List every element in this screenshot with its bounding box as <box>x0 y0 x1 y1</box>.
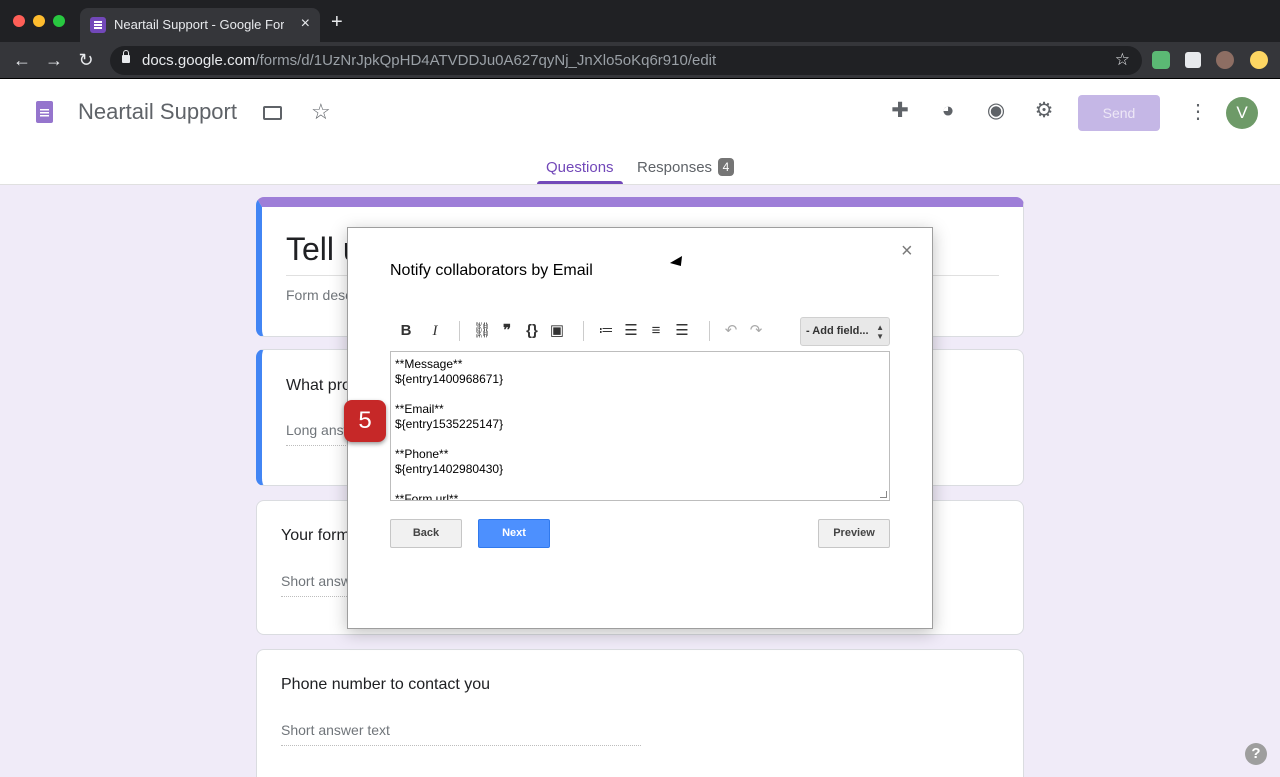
step-number-badge: 5 <box>344 400 386 442</box>
resize-handle-icon[interactable] <box>880 491 887 498</box>
link-icon[interactable]: ⛓ <box>472 321 492 341</box>
browser-toolbar: ← → ↻ docs.google.com/forms/d/1UzNrJpkQp… <box>0 42 1280 79</box>
extension-mail-icon[interactable] <box>1152 51 1170 69</box>
redo-icon[interactable]: ↷ <box>746 321 766 341</box>
select-arrows-icon: ▲ ▼ <box>876 323 884 341</box>
back-button[interactable]: Back <box>390 519 462 548</box>
bold-icon[interactable]: B <box>396 321 416 341</box>
settings-gear-icon[interactable]: ⚙ <box>1032 99 1056 123</box>
preview-button[interactable]: Preview <box>818 519 890 548</box>
add-field-select[interactable]: - Add field... ▲ ▼ <box>800 317 890 346</box>
responses-count-badge: 4 <box>718 158 734 176</box>
divider <box>459 321 460 341</box>
forms-header: Neartail Support ☆ ✚ ◕ ◉ ⚙ Send ⋮ V Ques… <box>0 79 1280 185</box>
editor-line: **Email** <box>395 402 444 416</box>
answer-underline <box>281 745 641 746</box>
lock-icon <box>122 50 130 63</box>
tab-questions[interactable]: Questions <box>546 159 614 176</box>
numbered-list-icon[interactable]: ≔ <box>596 321 616 341</box>
forward-arrow-icon[interactable]: → <box>43 49 65 71</box>
editor-line: **Form url** <box>395 492 459 501</box>
more-vert-icon[interactable]: ⋮ <box>1188 99 1208 124</box>
question-title[interactable]: Phone number to contact you <box>281 676 490 694</box>
reload-icon[interactable]: ↻ <box>75 49 97 71</box>
dialog-title: Notify collaborators by Email <box>390 262 593 279</box>
star-icon[interactable]: ☆ <box>311 99 331 125</box>
question-title[interactable]: Your form <box>281 527 350 545</box>
tab-title: Neartail Support - Google Form <box>114 17 284 32</box>
editor-line: **Phone** <box>395 447 449 461</box>
extension-bulb-icon[interactable] <box>1250 51 1268 69</box>
add-field-label: - Add field... <box>806 325 869 337</box>
answer-placeholder: Short answer text <box>281 722 390 738</box>
browser-tab[interactable]: Neartail Support - Google Form × <box>80 8 320 42</box>
divider <box>709 321 710 341</box>
editor-line: **Message** <box>395 357 463 371</box>
minimize-window-button[interactable] <box>33 15 45 27</box>
close-window-button[interactable] <box>13 15 25 27</box>
question-card[interactable]: Phone number to contact you Short answer… <box>256 649 1024 777</box>
addons-puzzle-icon[interactable]: ✚ <box>888 99 912 123</box>
tab-responses[interactable]: Responses <box>637 159 712 176</box>
horizontal-rule-icon[interactable]: ☰ <box>672 321 692 341</box>
forms-doc-icon[interactable] <box>36 101 53 123</box>
maximize-window-button[interactable] <box>53 15 65 27</box>
quote-icon[interactable]: ❞ <box>497 321 517 341</box>
form-title[interactable]: Neartail Support <box>78 99 237 125</box>
folder-icon[interactable] <box>263 106 282 120</box>
editor-line: ${entry1535225147} <box>395 417 504 431</box>
extensions-puzzle-icon[interactable] <box>1185 52 1201 68</box>
tab-close-icon[interactable]: × <box>301 15 310 33</box>
next-button[interactable]: Next <box>478 519 550 548</box>
code-icon[interactable]: {} <box>522 321 542 341</box>
browser-tab-bar: Neartail Support - Google Form × + <box>0 0 1280 42</box>
form-description[interactable]: Form desc <box>286 287 352 303</box>
back-arrow-icon[interactable]: ← <box>11 49 33 71</box>
notify-email-dialog: Notify collaborators by Email × B I ⛓ ❞ … <box>347 227 933 629</box>
new-tab-button[interactable]: + <box>331 12 343 32</box>
close-icon[interactable]: × <box>901 240 913 263</box>
profile-avatar-icon[interactable] <box>1216 51 1234 69</box>
bookmark-star-icon[interactable]: ☆ <box>1115 50 1130 70</box>
url-text: docs.google.com/forms/d/1UzNrJpkQpHD4ATV… <box>142 52 717 69</box>
palette-icon[interactable]: ◕ <box>936 99 960 123</box>
email-body-editor[interactable]: **Message** ${entry1400968671} **Email** ${… <box>390 351 890 501</box>
google-forms-favicon-icon <box>90 17 106 33</box>
bulleted-list-icon[interactable]: ☰ <box>621 321 641 341</box>
image-icon[interactable]: ▣ <box>547 321 567 341</box>
question-title[interactable]: What pro <box>286 377 351 395</box>
active-tab-indicator <box>537 181 623 184</box>
answer-placeholder: Short answ <box>281 573 352 589</box>
editor-line: ${entry1400968671} <box>395 372 504 386</box>
editor-line: ${entry1402980430} <box>395 462 504 476</box>
avatar[interactable]: V <box>1226 97 1258 129</box>
undo-icon[interactable]: ↶ <box>721 321 741 341</box>
divider <box>583 321 584 341</box>
preview-eye-icon[interactable]: ◉ <box>984 99 1008 123</box>
heading-icon[interactable]: ≡ <box>646 321 666 341</box>
help-icon[interactable]: ? <box>1245 743 1267 765</box>
italic-icon[interactable]: I <box>425 321 445 341</box>
address-bar[interactable]: docs.google.com/forms/d/1UzNrJpkQpHD4ATV… <box>110 46 1142 75</box>
send-button[interactable]: Send <box>1078 95 1160 131</box>
